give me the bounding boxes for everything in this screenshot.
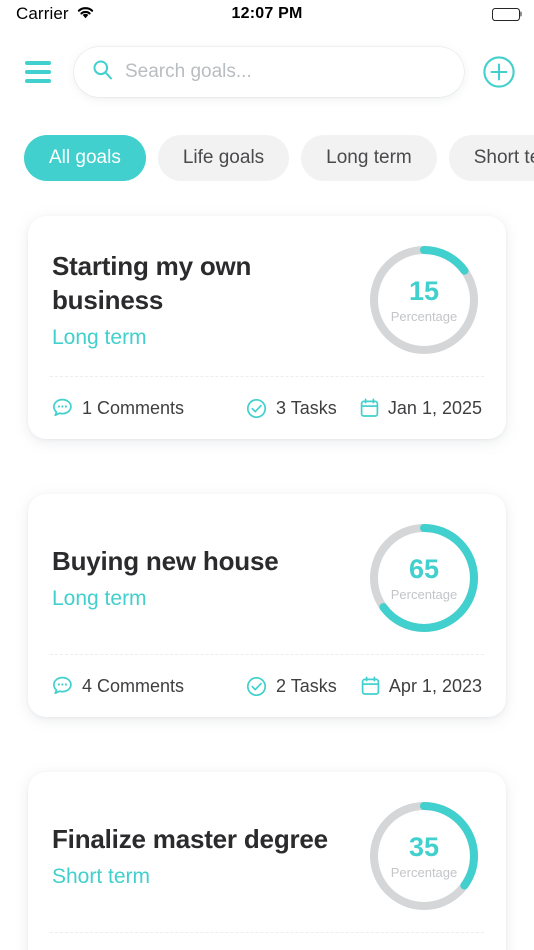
goal-card[interactable]: Finalize master degree Short term 35 Per… — [28, 772, 506, 950]
filter-chip-label: All goals — [49, 147, 121, 168]
due-date-label: Jan 1, 2025 — [387, 397, 482, 418]
comment-bubble-icon — [52, 398, 73, 418]
goal-card-body: Finalize master degree Short term 35 Per… — [52, 772, 482, 932]
comments-count-label: 1 Comments — [82, 397, 185, 418]
goal-card-body: Buying new house Long term 65 Percentage — [52, 494, 482, 654]
carrier-label: Carrier — [16, 4, 69, 23]
progress-value: 15 — [408, 275, 440, 306]
progress-value: 65 — [408, 553, 440, 584]
filter-chip-life-goals[interactable]: Life goals — [157, 135, 290, 181]
hamburger-bar — [25, 70, 51, 74]
date-meta[interactable]: Apr 1, 2023 — [361, 676, 482, 697]
comment-bubble-icon — [52, 676, 73, 696]
tasks-meta[interactable]: 3 Tasks — [246, 398, 337, 419]
progress-label: Percentage — [390, 308, 458, 324]
filter-chip-label: Short term — [473, 147, 534, 168]
status-bar-left: Carrier — [16, 4, 95, 24]
tasks-count-label: 3 Tasks — [276, 397, 337, 418]
goal-card-text: Buying new house Long term — [52, 544, 366, 612]
progress-label: Percentage — [390, 864, 458, 880]
goal-category: Long term — [52, 325, 147, 349]
progress-ring: 65 Percentage — [366, 520, 482, 636]
battery-full-icon — [492, 7, 520, 21]
due-date-label: Apr 1, 2023 — [388, 675, 482, 696]
goal-category: Long term — [52, 586, 147, 610]
progress-ring-center: 35 Percentage — [366, 798, 482, 914]
tasks-meta[interactable]: 2 Tasks — [246, 676, 337, 697]
search-input[interactable] — [125, 61, 446, 83]
search-bar[interactable] — [74, 47, 464, 97]
wifi-icon — [76, 5, 95, 24]
goal-card-text: Starting my own business Long term — [52, 249, 366, 351]
calendar-icon — [361, 676, 380, 696]
goal-title: Buying new house — [52, 546, 279, 577]
hamburger-menu-icon[interactable] — [16, 50, 60, 94]
goal-card-body: Starting my own business Long term 15 Pe… — [52, 216, 482, 376]
date-meta[interactable]: Jan 1, 2025 — [360, 398, 482, 419]
progress-ring: 15 Percentage — [366, 242, 482, 358]
comments-count-label: 4 Comments — [82, 675, 185, 696]
goal-card-list: Starting my own business Long term 15 Pe… — [0, 216, 534, 950]
progress-ring-center: 65 Percentage — [366, 520, 482, 636]
goal-card-footer — [52, 933, 482, 950]
status-bar-right — [492, 7, 520, 21]
check-circle-icon — [246, 676, 267, 697]
status-bar: Carrier 12:07 PM — [0, 0, 534, 28]
filter-chip-row: All goals Life goals Long term Short ter… — [0, 132, 534, 184]
goal-card-footer: 4 Comments 2 Tasks Apr 1, 2023 — [52, 655, 482, 717]
comments-meta[interactable]: 1 Comments — [52, 398, 184, 419]
search-icon — [92, 59, 113, 85]
goal-card-footer: 1 Comments 3 Tasks Jan 1, 2025 — [52, 377, 482, 439]
filter-chip-short-term[interactable]: Short term — [448, 135, 534, 181]
goal-category: Short term — [52, 864, 151, 888]
progress-ring-center: 15 Percentage — [366, 242, 482, 358]
circle-plus-icon[interactable] — [480, 53, 518, 91]
filter-chip-long-term[interactable]: Long term — [301, 135, 437, 181]
goal-card[interactable]: Buying new house Long term 65 Percentage — [28, 494, 506, 717]
hamburger-bar — [25, 61, 51, 65]
calendar-icon — [360, 398, 379, 418]
filter-chip-label: Life goals — [182, 147, 265, 168]
goal-card[interactable]: Starting my own business Long term 15 Pe… — [28, 216, 506, 439]
goal-title: Starting my own business — [52, 251, 252, 316]
progress-label: Percentage — [390, 586, 458, 602]
comments-meta[interactable]: 4 Comments — [52, 676, 184, 697]
progress-value: 35 — [408, 831, 440, 862]
goal-card-text: Finalize master degree Short term — [52, 822, 366, 890]
filter-chip-label: Long term — [326, 147, 412, 168]
check-circle-icon — [246, 398, 267, 419]
goal-title: Finalize master degree — [52, 824, 328, 855]
top-bar — [0, 36, 534, 108]
hamburger-bar — [25, 79, 51, 83]
filter-chip-all-goals[interactable]: All goals — [24, 135, 146, 181]
tasks-count-label: 2 Tasks — [276, 675, 337, 696]
progress-ring: 35 Percentage — [366, 798, 482, 914]
